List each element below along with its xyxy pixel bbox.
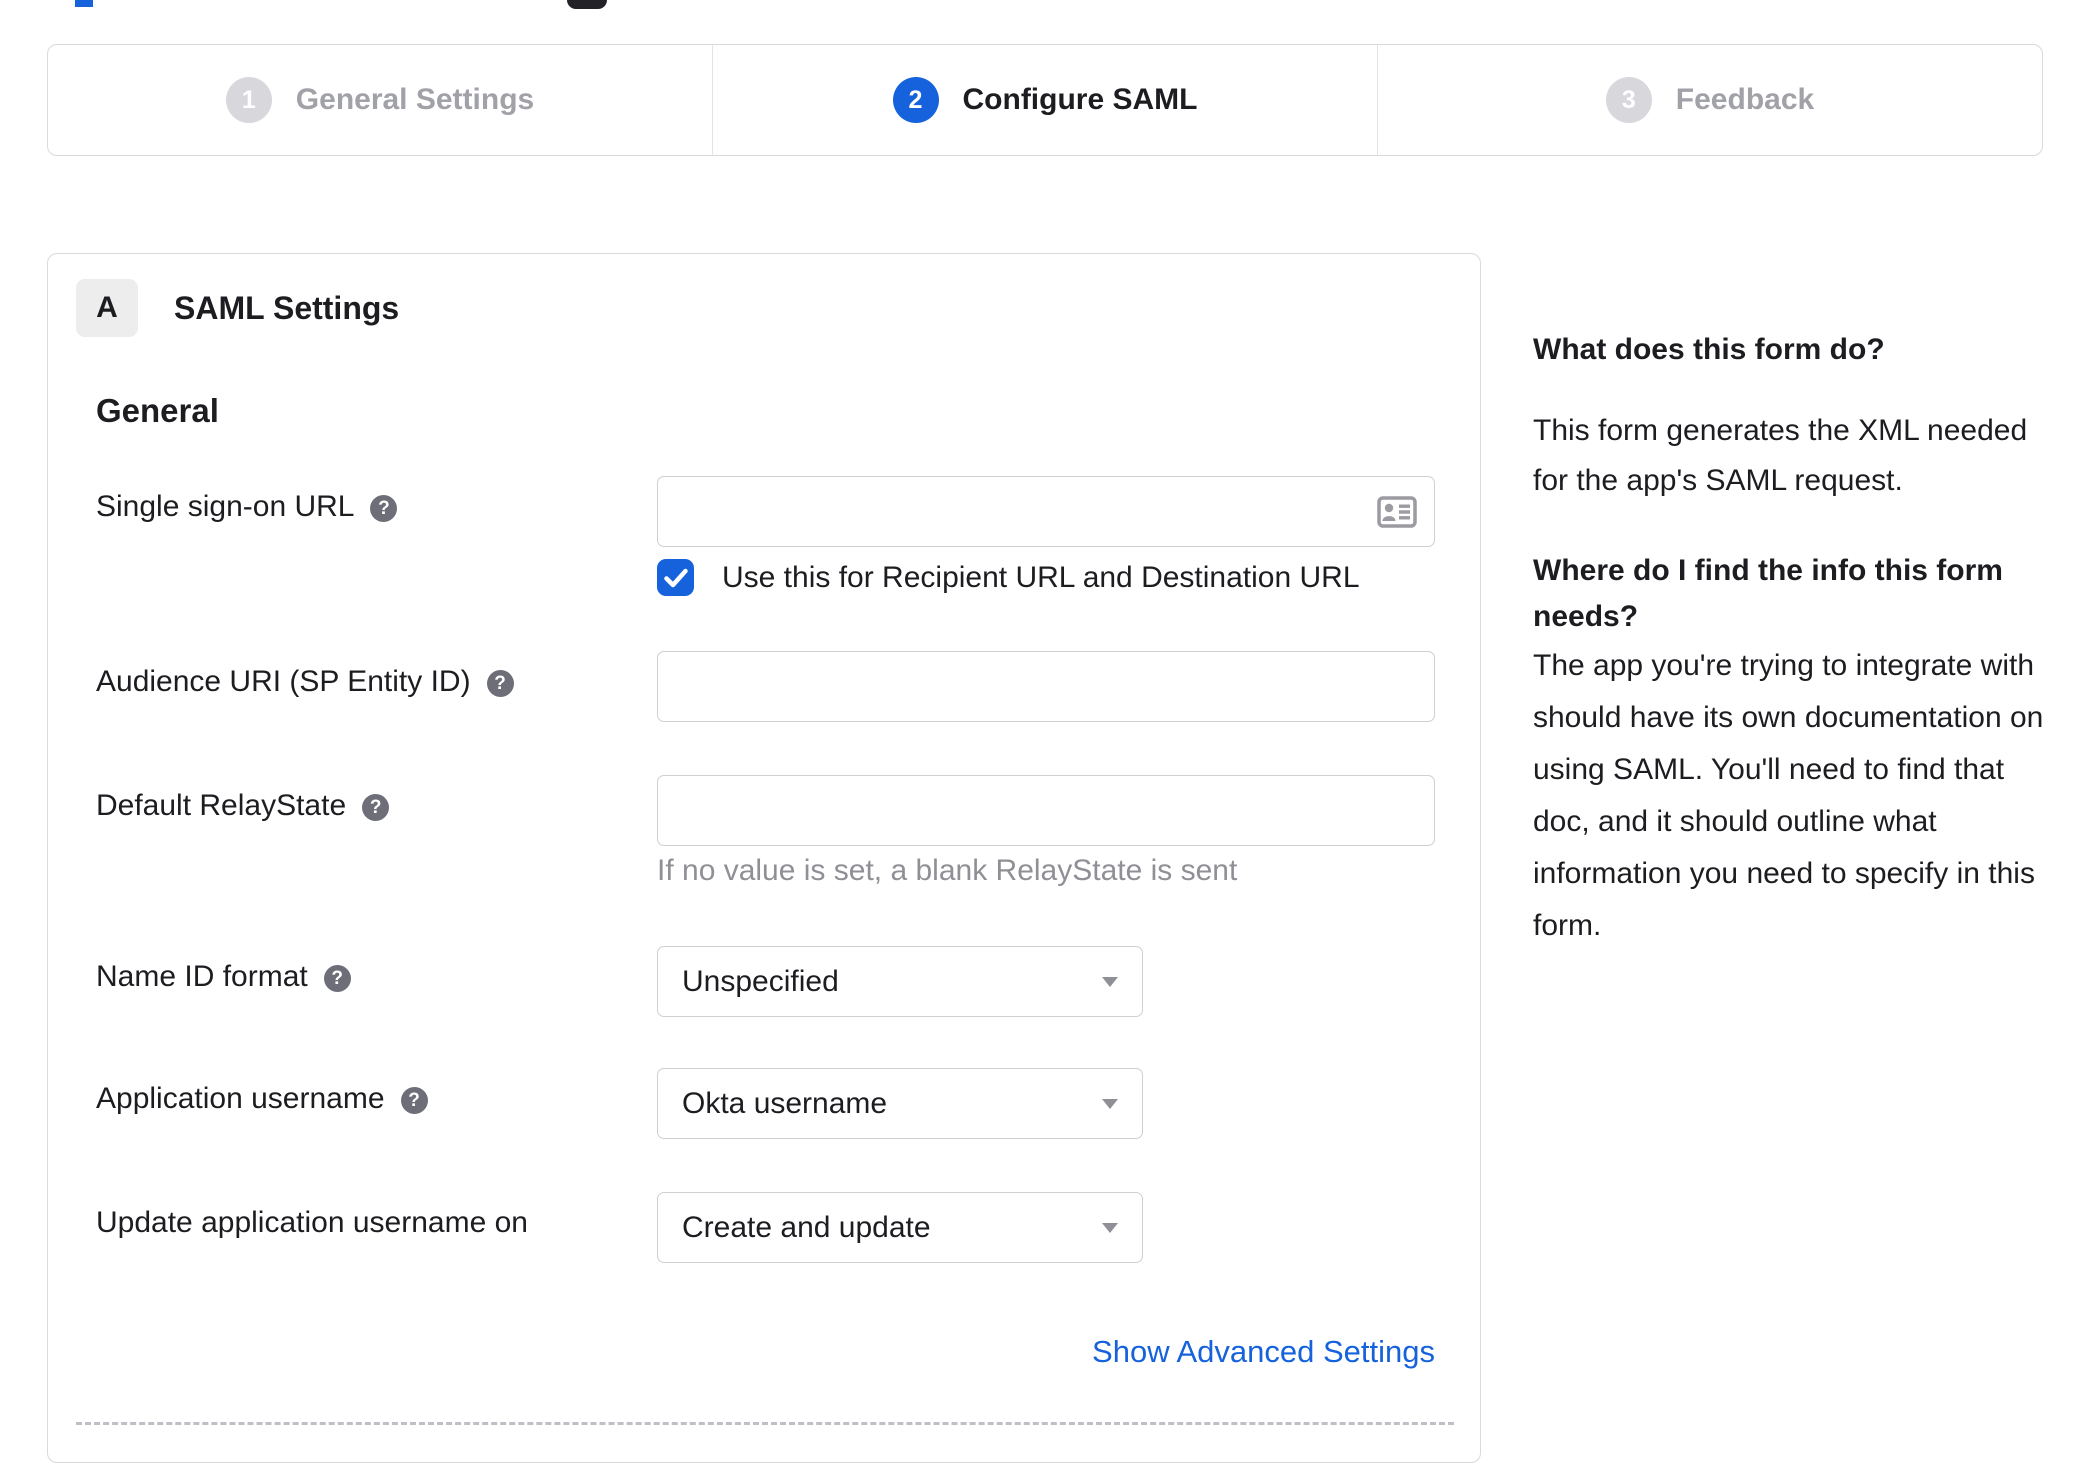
step-feedback[interactable]: 3 Feedback <box>1377 45 2042 155</box>
step-2-circle: 2 <box>892 77 939 123</box>
sso-url-label: Single sign-on URL <box>96 490 355 523</box>
checkmark-icon <box>663 568 688 587</box>
help-icon[interactable]: ? <box>486 670 514 697</box>
step-3-circle: 3 <box>1605 77 1652 123</box>
help-icon[interactable]: ? <box>370 495 398 522</box>
sso-url-label-wrap: Single sign-on URL ? <box>96 476 657 524</box>
sidebar-heading-1: What does this form do? <box>1533 333 1885 366</box>
step-general-settings[interactable]: 1 General Settings <box>48 45 712 155</box>
sidebar-heading-2: Where do I find the info this form needs… <box>1533 554 2003 633</box>
relaystate-label: Default RelayState <box>96 789 347 822</box>
step-configure-saml[interactable]: 2 Configure SAML <box>712 45 1377 155</box>
cropped-logo-fragment <box>567 0 607 9</box>
cropped-blue-header-fragment <box>75 0 93 7</box>
application-username-label-wrap: Application username ? <box>96 1068 657 1116</box>
audience-uri-row: Audience URI (SP Entity ID) ? <box>96 651 1435 722</box>
step-1-circle: 1 <box>225 77 272 123</box>
single-sign-on-url-input[interactable] <box>657 476 1435 547</box>
name-id-format-value: Unspecified <box>682 964 839 998</box>
chevron-down-icon <box>1102 1222 1118 1233</box>
default-relaystate-input[interactable] <box>657 775 1435 846</box>
configure-saml-page: 1 General Settings 2 Configure SAML 3 Fe… <box>0 0 2092 1463</box>
name-id-format-select[interactable]: Unspecified <box>657 946 1143 1017</box>
help-icon[interactable]: ? <box>362 794 390 821</box>
recipient-url-checkbox-row: Use this for Recipient URL and Destinati… <box>657 559 1360 596</box>
name-id-format-label-wrap: Name ID format ? <box>96 946 657 994</box>
help-sidebar: What does this form do? This form genera… <box>1533 330 2049 952</box>
help-icon[interactable]: ? <box>323 965 351 992</box>
application-username-row: Application username ? Okta username <box>96 1068 1143 1139</box>
application-username-label: Application username <box>96 1082 385 1115</box>
application-username-select[interactable]: Okta username <box>657 1068 1143 1139</box>
default-relaystate-row: Default RelayState ? <box>96 775 1435 846</box>
application-username-value: Okta username <box>682 1086 888 1120</box>
update-username-label-wrap: Update application username on <box>96 1192 657 1240</box>
checkbox-label: Use this for Recipient URL and Destinati… <box>722 560 1360 594</box>
show-advanced-settings-link[interactable]: Show Advanced Settings <box>657 1334 1435 1370</box>
update-username-value: Create and update <box>682 1210 931 1244</box>
step-3-label: Feedback <box>1675 83 1815 116</box>
relaystate-label-wrap: Default RelayState ? <box>96 775 657 823</box>
audience-uri-label-wrap: Audience URI (SP Entity ID) ? <box>96 651 657 699</box>
use-for-recipient-destination-checkbox[interactable] <box>657 559 694 596</box>
general-section-heading: General <box>96 392 219 429</box>
name-id-format-row: Name ID format ? Unspecified <box>96 946 1143 1017</box>
card-header: A SAML Settings <box>76 279 399 337</box>
update-username-select[interactable]: Create and update <box>657 1192 1143 1263</box>
sidebar-paragraph-2: The app you're trying to integrate with … <box>1533 649 2044 942</box>
wizard-stepper: 1 General Settings 2 Configure SAML 3 Fe… <box>47 44 2043 156</box>
saml-settings-card: A SAML Settings General Single sign-on U… <box>47 253 1481 1463</box>
relaystate-hint: If no value is set, a blank RelayState i… <box>657 854 1238 887</box>
contact-card-icon <box>1377 495 1417 528</box>
chevron-down-icon <box>1102 976 1118 987</box>
update-username-row: Update application username on Create an… <box>96 1192 1143 1263</box>
step-2-label: Configure SAML <box>962 83 1198 116</box>
step-1-label: General Settings <box>295 83 535 116</box>
sso-url-row: Single sign-on URL ? <box>96 476 1435 547</box>
update-username-label: Update application username on <box>96 1206 528 1239</box>
name-id-format-label: Name ID format <box>96 960 308 993</box>
chevron-down-icon <box>1102 1098 1118 1109</box>
section-a-badge: A <box>76 279 138 337</box>
sidebar-paragraph-1: This form generates the XML needed for t… <box>1533 414 2028 497</box>
section-divider <box>76 1422 1454 1425</box>
audience-uri-input[interactable] <box>657 651 1435 722</box>
card-title: SAML Settings <box>174 289 400 326</box>
help-icon[interactable]: ? <box>400 1087 428 1114</box>
audience-uri-label: Audience URI (SP Entity ID) <box>96 665 471 698</box>
